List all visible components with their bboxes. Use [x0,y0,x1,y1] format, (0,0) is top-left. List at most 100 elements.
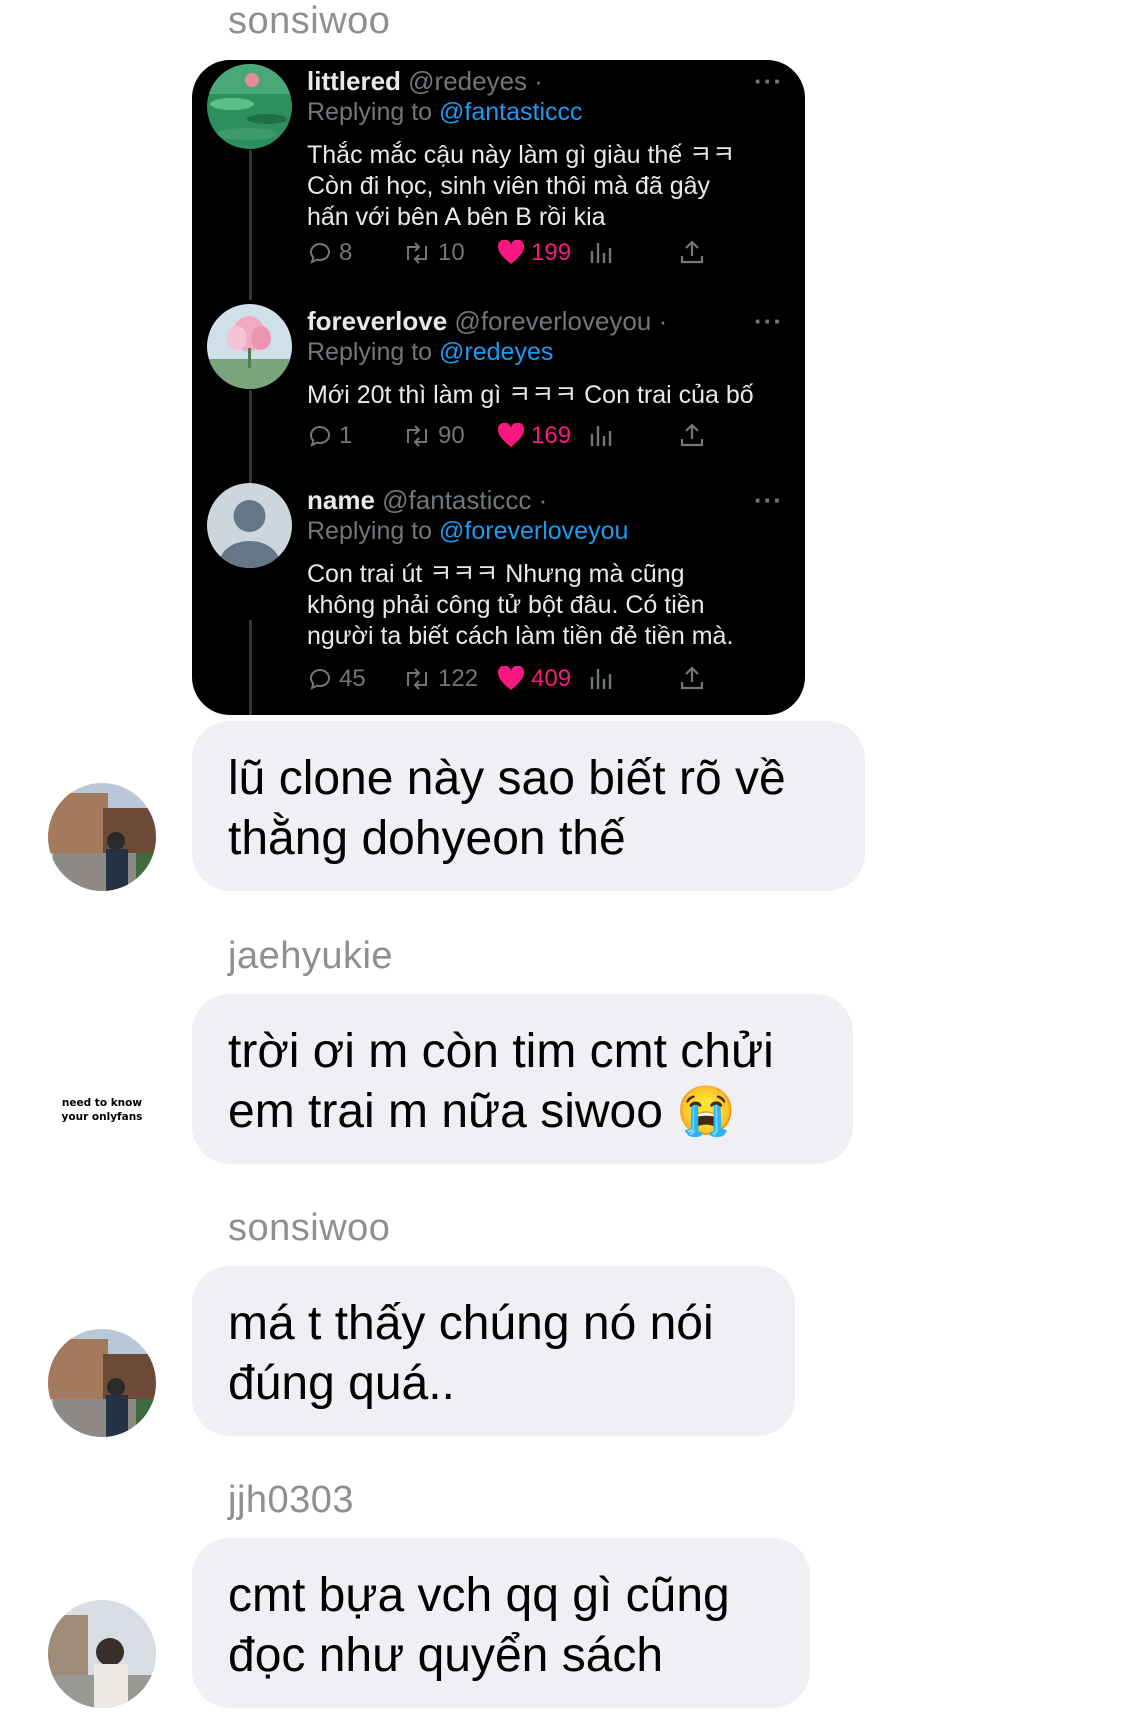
sender-name: jjh0303 [228,1479,355,1521]
retweet-count: 90 [438,422,465,449]
message-line: đọc như quyển sách [228,1629,664,1682]
views-button[interactable] [589,422,613,448]
tweet-author-name: name [307,485,375,515]
views-icon [590,243,612,263]
tweet-text: Thắc mắc cậu này làm gì giàu thế ㅋㅋ Còn … [307,140,787,233]
tweet-author-handle: @fantasticcc · [382,485,548,515]
more-icon[interactable]: ··· [754,306,783,337]
retweet-button[interactable]: 122 [402,665,478,693]
like-count: 169 [531,422,572,449]
views-button[interactable] [589,665,613,691]
mention-link[interactable]: @redeyes [439,338,553,366]
thread-line [249,620,252,715]
message-bubble[interactable]: cmt bựa vch qq gì cũng đọc như quyển sác… [192,1538,810,1708]
tweet-actions: 1 90 169 [307,422,797,454]
reply-icon [309,243,330,264]
message-line: đúng quá.. [228,1357,455,1410]
share-icon [680,423,704,447]
like-count: 409 [531,665,572,692]
tweet-actions: 8 10 199 [307,239,797,271]
message-line: cmt bựa vch qq gì cũng [228,1569,730,1622]
retweet-icon [407,668,427,690]
tweet-author-handle: @foreverloveyou · [454,306,668,336]
tweet-author-handle: @redeyes · [408,66,543,96]
replying-prefix: Replying to [307,98,433,126]
reply-button[interactable]: 8 [307,239,352,267]
retweet-button[interactable]: 10 [402,239,465,267]
reply-count: 45 [339,665,366,692]
tweet-author-name: littlered [307,66,401,96]
more-icon[interactable]: ··· [754,66,783,97]
mention-link[interactable]: @foreverloveyou [439,517,628,545]
message-line: trời ơi m còn tim cmt chửi [228,1025,774,1078]
views-button[interactable] [589,239,613,265]
tweet-text-line: Thắc mắc cậu này làm gì giàu thế ㅋㅋ [307,141,736,169]
avatar-text-line: need to know [61,1097,143,1109]
message-line: má t thấy chúng nó nói [228,1297,714,1350]
replying-prefix: Replying to [307,517,433,545]
like-count: 199 [531,239,572,266]
thread-line [249,150,252,300]
tweet-actions: 45 122 409 [307,665,797,697]
tweet-text-line: người ta biết cách làm tiền đẻ tiền mà. [307,622,734,650]
replying-prefix: Replying to [307,338,433,366]
like-button[interactable]: 409 [497,665,571,693]
retweet-icon [407,242,427,264]
like-button[interactable]: 199 [497,239,571,267]
tweet-header: name @fantasticcc · [307,485,547,516]
tweet-header: littlered @redeyes · [307,66,543,97]
reply-count: 8 [339,239,353,266]
tweet-text-line: không phải công tử bột đâu. Có tiền [307,591,705,619]
share-icon [680,666,704,690]
avatar[interactable] [48,783,156,891]
replying-to: Replying to @redeyes [307,338,553,367]
like-button[interactable]: 169 [497,422,571,450]
reply-icon [309,669,330,690]
message-line: em trai m nữa siwoo 😭 [228,1085,737,1138]
avatar-text-line: your onlyfans [61,1111,143,1123]
tweet-text-line: Con trai út ㅋㅋㅋ Nhưng mà cũng [307,560,685,588]
message-bubble[interactable]: má t thấy chúng nó nói đúng quá.. [192,1266,795,1436]
tweet-author-name: foreverlove [307,306,448,336]
sender-name: jaehyukie [228,935,394,977]
replying-to: Replying to @fantasticcc [307,98,583,127]
reply-button[interactable]: 45 [307,665,366,693]
replying-to: Replying to @foreverloveyou [307,517,628,546]
tweet-text-line: Còn đi học, sinh viên thôi mà đã gây [307,172,711,200]
avatar[interactable] [48,1600,156,1708]
views-icon [590,669,612,689]
heart-icon [497,240,525,264]
share-icon [680,240,704,264]
share-button[interactable] [679,665,705,691]
retweet-icon [407,425,427,447]
message-line: lũ clone này sao biết rõ về [228,752,786,805]
avatar [207,64,292,149]
tweet-text: Mới 20t thì làm gì ㅋㅋㅋ Con trai của bố [307,380,797,411]
views-icon [590,426,612,446]
reply-icon [309,426,330,447]
share-button[interactable] [679,422,705,448]
message-line: thằng dohyeon thế [228,812,626,865]
more-icon[interactable]: ··· [754,485,783,516]
tweet-text-line: Mới 20t thì làm gì ㅋㅋㅋ Con trai của bố [307,381,754,409]
message-bubble[interactable]: trời ơi m còn tim cmt chửi em trai m nữa… [192,994,853,1164]
avatar[interactable]: need to know your onlyfans [40,1096,164,1124]
mention-link[interactable]: @fantasticcc [439,98,582,126]
tweet-header: foreverlove @foreverloveyou · [307,306,667,337]
message-bubble[interactable]: lũ clone này sao biết rõ về thằng dohyeo… [192,721,865,891]
retweet-button[interactable]: 90 [402,422,465,450]
retweet-count: 10 [438,239,465,266]
sender-name: sonsiwoo [228,0,391,42]
reply-count: 1 [339,422,353,449]
avatar [207,304,292,389]
share-button[interactable] [679,239,705,265]
avatar [207,483,292,568]
tweet-screenshot-card[interactable]: littlered @redeyes · ··· Replying to @fa… [192,60,805,715]
heart-icon [497,666,525,690]
heart-icon [497,423,525,447]
reply-button[interactable]: 1 [307,422,352,450]
tweet-text: Con trai út ㅋㅋㅋ Nhưng mà cũng không phải… [307,559,787,652]
sender-name: sonsiwoo [228,1207,391,1249]
tweet-text-line: hấn với bên A bên B rồi kia [307,203,606,231]
avatar[interactable] [48,1329,156,1437]
